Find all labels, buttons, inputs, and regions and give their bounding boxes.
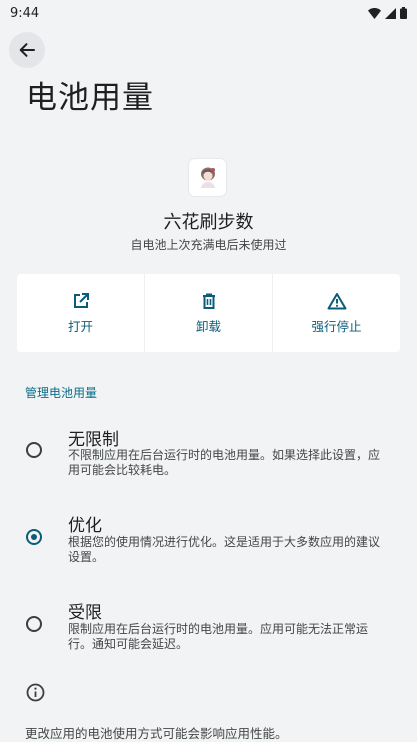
status-time: 9:44 [10,5,40,21]
option-description: 不限制应用在后台运行时的电池用量。如果选择此设置，应用可能会比较耗电。 [68,448,381,477]
warning-icon [327,292,346,309]
option-description: 限制应用在后台运行时的电池用量。应用可能无法正常运行。通知可能会延迟。 [68,622,369,651]
option-title: 无限制 [68,430,119,450]
status-icons [368,7,407,19]
uninstall-button-label: 卸载 [195,318,221,334]
footer-note: 更改应用的电池使用方式可能会影响应用性能。 [25,726,288,741]
back-button[interactable] [9,32,45,68]
app-avatar-icon [200,167,215,188]
wifi-icon [368,7,381,19]
radio-unrestricted[interactable] [26,442,42,458]
trash-icon [202,293,215,309]
info-icon [26,683,45,702]
page-title: 电池用量 [26,80,154,116]
uninstall-button[interactable]: 卸载 [144,274,272,352]
app-usage-summary: 自电池上次充满电后未使用过 [130,238,287,252]
open-button[interactable]: 打开 [17,274,144,352]
option-unrestricted[interactable]: 无限制 不限制应用在后台运行时的电池用量。如果选择此设置，应用可能会比较耗电。 [0,420,417,490]
option-description: 根据您的使用情况进行优化。这是适用于大多数应用的建议设置。 [68,535,381,564]
option-optimized[interactable]: 优化 根据您的使用情况进行优化。这是适用于大多数应用的建议设置。 [0,507,417,577]
arrow-back-icon [19,43,35,57]
option-title: 受限 [68,603,102,623]
status-bar: 9:44 [0,0,417,26]
battery-icon [400,7,407,19]
radio-optimized[interactable] [26,529,42,545]
option-restricted[interactable]: 受限 限制应用在后台运行时的电池用量。应用可能无法正常运行。通知可能会延迟。 [0,593,417,663]
radio-restricted[interactable] [26,616,42,632]
app-name: 六花刷步数 [163,212,254,233]
cell-signal-icon [385,7,396,19]
force-stop-button-label: 强行停止 [311,318,362,334]
option-title: 优化 [68,516,102,536]
open-in-new-icon [73,292,89,308]
app-icon [189,159,226,196]
app-actions-card: 打开 卸载 强行停止 [17,274,400,352]
force-stop-button[interactable]: 强行停止 [272,274,400,352]
open-button-label: 打开 [67,318,93,334]
manage-battery-section-title: 管理电池用量 [25,386,98,400]
